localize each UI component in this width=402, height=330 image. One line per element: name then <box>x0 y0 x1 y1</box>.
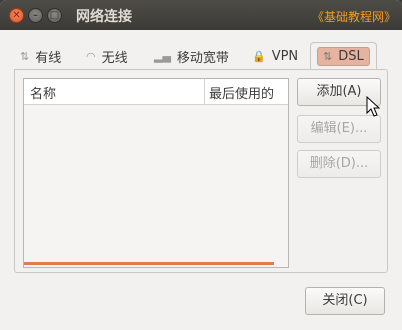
window-title: 网络连接 <box>76 9 132 25</box>
close-icon: ✕ <box>12 10 21 21</box>
connection-tabs: ⇅ 有线 ◠ 无线 ▂▄ 移动宽带 🔒 VPN ⇅ DSL <box>14 42 377 70</box>
tab-label: 有线 <box>35 50 62 66</box>
tab-panel: 名称 最后使用的 添加(A) 编辑(E)... 删除(D)... <box>14 69 388 273</box>
tab-vpn[interactable]: 🔒 VPN <box>252 42 298 70</box>
network-connections-window: ✕ – □ 网络连接 《基础教程网》 ⇅ 有线 ◠ 无线 ▂▄ 移动宽带 🔒 V… <box>0 0 402 330</box>
tab-mobile-broadband[interactable]: ▂▄ 移动宽带 <box>154 42 229 70</box>
edit-button[interactable]: 编辑(E)... <box>297 115 381 143</box>
maximize-icon: □ <box>49 10 60 21</box>
tab-label: DSL <box>338 49 364 64</box>
dsl-icon: ⇅ <box>323 50 333 63</box>
tab-wireless[interactable]: ◠ 无线 <box>86 42 128 70</box>
wired-icon: ⇅ <box>20 49 30 63</box>
close-button[interactable]: 关闭(C) <box>305 287 385 315</box>
list-header: 名称 最后使用的 <box>24 79 288 105</box>
column-name-header[interactable]: 名称 <box>30 83 56 102</box>
lock-icon: 🔒 <box>252 49 266 63</box>
tab-dsl-highlight: ⇅ DSL <box>317 47 370 66</box>
watermark-text: 《基础教程网》 <box>311 10 396 24</box>
connections-list[interactable]: 名称 最后使用的 <box>23 78 289 268</box>
tab-label: 移动宽带 <box>176 50 229 66</box>
minimize-icon: – <box>33 10 38 21</box>
close-window-button[interactable]: ✕ <box>9 8 24 23</box>
tab-wired[interactable]: ⇅ 有线 <box>20 42 61 70</box>
column-last-used-header[interactable]: 最后使用的 <box>209 83 288 102</box>
maximize-window-button[interactable]: □ <box>47 8 62 23</box>
minimize-window-button[interactable]: – <box>28 8 43 23</box>
signal-icon: ▂▄ <box>154 49 171 63</box>
scroll-indicator <box>24 262 274 265</box>
tab-label: 无线 <box>101 50 128 66</box>
mouse-cursor-icon <box>366 96 380 117</box>
titlebar: ✕ – □ 网络连接 《基础教程网》 <box>0 0 402 30</box>
column-divider <box>204 79 205 105</box>
wifi-icon: ◠ <box>86 49 96 63</box>
tab-dsl[interactable]: ⇅ DSL <box>310 42 377 70</box>
delete-button[interactable]: 删除(D)... <box>297 150 381 178</box>
tab-label: VPN <box>271 48 299 64</box>
